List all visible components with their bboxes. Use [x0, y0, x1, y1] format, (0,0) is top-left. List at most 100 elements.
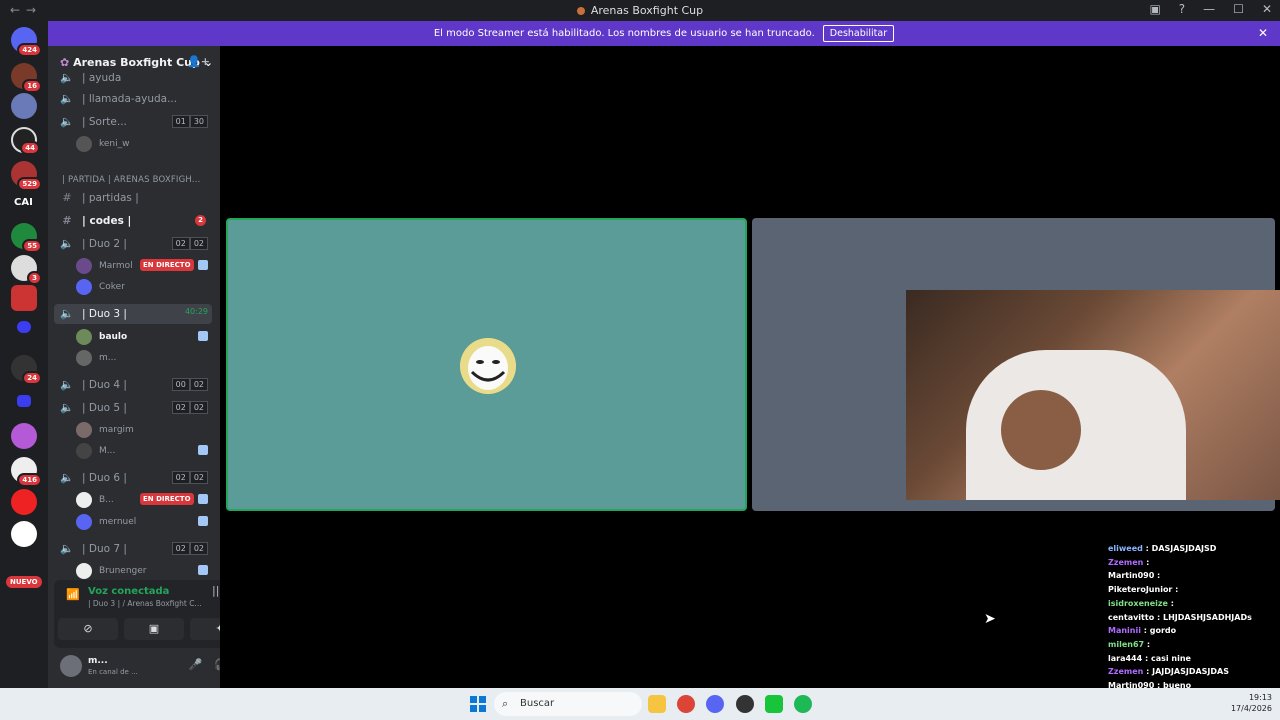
server-icon[interactable] [11, 489, 37, 515]
avatar [76, 492, 92, 508]
windows-taskbar: ⌕ Buscar 19:13 17/4/2026 [0, 688, 1280, 720]
chat-line: Zzemen : [1108, 557, 1150, 567]
app-icon[interactable] [765, 695, 783, 713]
voice-user[interactable]: keni_w [76, 134, 212, 154]
server-icon[interactable]: 416 [11, 457, 42, 487]
microphone-icon[interactable]: 🎤 [189, 658, 203, 671]
participant-tile[interactable] [226, 218, 747, 511]
chat-line: centavitto : LHJDASHJSADHJADs [1108, 612, 1252, 622]
speaker-icon: 🔈 [60, 378, 74, 391]
chat-line: eliweed : DASJASJDAJSD [1108, 544, 1217, 553]
server-icon[interactable] [11, 521, 37, 547]
webcam-overlay [906, 290, 1280, 500]
voice-user[interactable]: margim [76, 420, 212, 440]
streamer-mode-banner: El modo Streamer está habilitado. Los no… [48, 21, 1280, 46]
server-icon[interactable] [11, 285, 37, 311]
channel-sorteo[interactable]: 🔈 | Sorte... 01 30 [54, 112, 212, 132]
server-icon[interactable]: 55 [11, 223, 42, 253]
voice-user[interactable]: Coker [76, 277, 212, 297]
voice-user[interactable]: B... EN DIRECTO [76, 490, 212, 510]
notification-badge: 24 [22, 371, 42, 385]
notification-badge: 3 [27, 271, 42, 285]
channel-duo-6[interactable]: 🔈 | Duo 6 | 02 02 [54, 468, 212, 488]
obs-icon[interactable] [736, 695, 754, 713]
voice-user[interactable]: mernuel [76, 512, 212, 532]
folder-icon[interactable] [17, 321, 31, 333]
discord-icon[interactable] [706, 695, 724, 713]
search-icon: ⌕ [502, 697, 509, 710]
hash-icon: # [62, 214, 72, 227]
avatar [460, 338, 516, 394]
camera-button[interactable]: ⊘ [58, 618, 118, 640]
channel-duo-7[interactable]: 🔈 | Duo 7 | 02 02 [54, 539, 212, 559]
inbox-icon[interactable]: ▣ [1149, 2, 1160, 16]
call-timer: 40:29 [184, 307, 208, 316]
system-tray-clock[interactable]: 19:13 17/4/2026 [1231, 692, 1272, 714]
user-limit: 02 02 [171, 401, 208, 414]
streaming-icon [198, 494, 208, 504]
voice-user[interactable]: baulo [76, 327, 212, 347]
spotify-icon[interactable] [794, 695, 812, 713]
avatar [76, 443, 92, 459]
channel-ayuda[interactable]: 🔈 | ayuda [54, 68, 212, 88]
maximize-icon[interactable]: ☐ [1233, 2, 1244, 16]
mouse-cursor-icon: ➤ [984, 611, 996, 627]
channel-category[interactable]: | PARTIDA | ARENAS BOXFIGH... [62, 175, 201, 185]
chat-line: Zzemen : JAJDJASJDASJDAS [1108, 667, 1229, 677]
voice-user[interactable]: Marmol EN DIRECTO [76, 256, 212, 276]
channel-partidas[interactable]: # | partidas | [54, 188, 212, 208]
channel-codes[interactable]: # | codes | 2 [54, 211, 212, 231]
minimize-icon[interactable]: — [1203, 2, 1215, 16]
voice-user[interactable]: M... [76, 441, 212, 461]
avatar [76, 258, 92, 274]
speaker-icon: 🔈 [60, 307, 74, 320]
avatar [76, 563, 92, 579]
close-icon[interactable]: ✕ [1262, 2, 1272, 16]
voice-channel-path[interactable]: | Duo 3 | / Arenas Boxfight C... [88, 599, 202, 608]
disable-streamer-mode-button[interactable]: Deshabilitar [822, 25, 895, 42]
channel-duo-4[interactable]: 🔈 | Duo 4 | 00 02 [54, 375, 212, 395]
live-badge: EN DIRECTO [140, 259, 194, 271]
server-icon[interactable]: 24 [11, 355, 42, 385]
server-icon [576, 7, 585, 15]
streaming-icon [198, 260, 208, 270]
folder-icon[interactable] [17, 395, 31, 407]
taskbar-search[interactable]: ⌕ Buscar [494, 692, 642, 716]
server-icon[interactable]: 44 [11, 127, 40, 155]
streaming-icon [198, 516, 208, 526]
screen-share-button[interactable]: ▣ [124, 618, 184, 640]
voice-user[interactable]: m... [76, 348, 212, 368]
chrome-icon[interactable] [677, 695, 695, 713]
avatar[interactable] [60, 655, 82, 677]
server-icon[interactable]: 529 [11, 161, 42, 191]
close-icon[interactable]: ✕ [1258, 26, 1268, 40]
server-icon[interactable] [11, 423, 37, 449]
invite-icon[interactable]: 👤+ [187, 55, 210, 68]
new-badge: NUEVO [6, 576, 42, 588]
channel-llamada-ayuda[interactable]: 🔈 | llamada-ayuda... [54, 89, 212, 109]
home-button[interactable]: 424 [11, 27, 42, 57]
chat-line: Maninii : gordo [1108, 626, 1177, 636]
start-button[interactable] [470, 696, 486, 712]
server-icon[interactable]: 16 [11, 63, 42, 93]
window-controls: ▣ ? — ☐ ✕ [1149, 2, 1272, 16]
window-title-text: Arenas Boxfight Cup [590, 4, 704, 17]
server-rail: 424 16 44 529 CAI 55 3 24 416 NUEVO [0, 21, 48, 688]
help-icon[interactable]: ? [1179, 2, 1185, 16]
server-icon[interactable] [11, 93, 37, 119]
speaker-icon: 🔈 [60, 401, 74, 414]
channel-duo-3[interactable]: 🔈 | Duo 3 | 40:29 [54, 304, 212, 324]
hash-icon: # [62, 191, 72, 204]
user-limit: 02 02 [171, 542, 208, 555]
server-label[interactable]: CAI [14, 197, 33, 208]
chat-line: PiketeroJunior : [1108, 585, 1179, 595]
speaker-icon: 🔈 [60, 92, 74, 105]
speaker-icon: 🔈 [60, 542, 74, 555]
server-icon[interactable]: 3 [11, 255, 42, 285]
signal-icon[interactable]: 📶 [66, 588, 80, 601]
file-explorer-icon[interactable] [648, 695, 666, 713]
channel-duo-5[interactable]: 🔈 | Duo 5 | 02 02 [54, 398, 212, 418]
channel-duo-2[interactable]: 🔈 | Duo 2 | 02 02 [54, 234, 212, 254]
notification-badge: 55 [22, 239, 42, 253]
voice-user[interactable]: Brunenger [76, 561, 212, 581]
